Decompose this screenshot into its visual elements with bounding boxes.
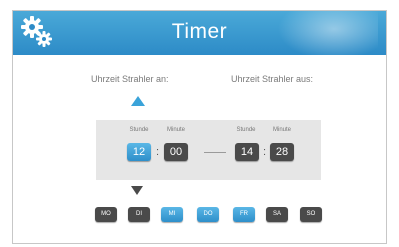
off-minute-label: Minute — [272, 127, 291, 133]
day-button-sa[interactable]: SA — [266, 207, 288, 222]
time-range-dash — [204, 152, 226, 153]
off-time-separator: : — [263, 146, 267, 158]
arrow-up-icon[interactable] — [131, 96, 145, 106]
day-button-mi[interactable]: MI — [161, 207, 183, 222]
on-minute-field[interactable]: 00 — [164, 143, 188, 161]
on-hour-label: Stunde — [129, 127, 149, 133]
header-flare — [268, 11, 378, 65]
day-button-mo[interactable]: MO — [95, 207, 117, 222]
day-button-so[interactable]: SO — [300, 207, 322, 222]
header-bar: Timer — [13, 11, 386, 65]
arrow-down-icon[interactable] — [131, 186, 143, 195]
off-hour-field[interactable]: 14 — [235, 143, 259, 161]
day-button-fr[interactable]: FR — [233, 207, 255, 222]
on-time-separator: : — [156, 146, 160, 158]
off-time-label: Uhrzeit Strahler aus: — [231, 74, 314, 84]
timer-screen: Timer Uhrzeit Strahler an: Uhrzeit Strah… — [12, 10, 387, 244]
off-minute-field[interactable]: 28 — [270, 143, 294, 161]
on-time-label: Uhrzeit Strahler an: — [91, 74, 169, 84]
day-button-di[interactable]: DI — [128, 207, 150, 222]
off-hour-label: Stunde — [236, 127, 256, 133]
on-minute-label: Minute — [166, 127, 185, 133]
time-panel: Stunde Minute 12 : 00 Stunde Minute 14 :… — [96, 120, 321, 180]
on-hour-field[interactable]: 12 — [127, 143, 151, 161]
day-button-do[interactable]: DO — [197, 207, 219, 222]
